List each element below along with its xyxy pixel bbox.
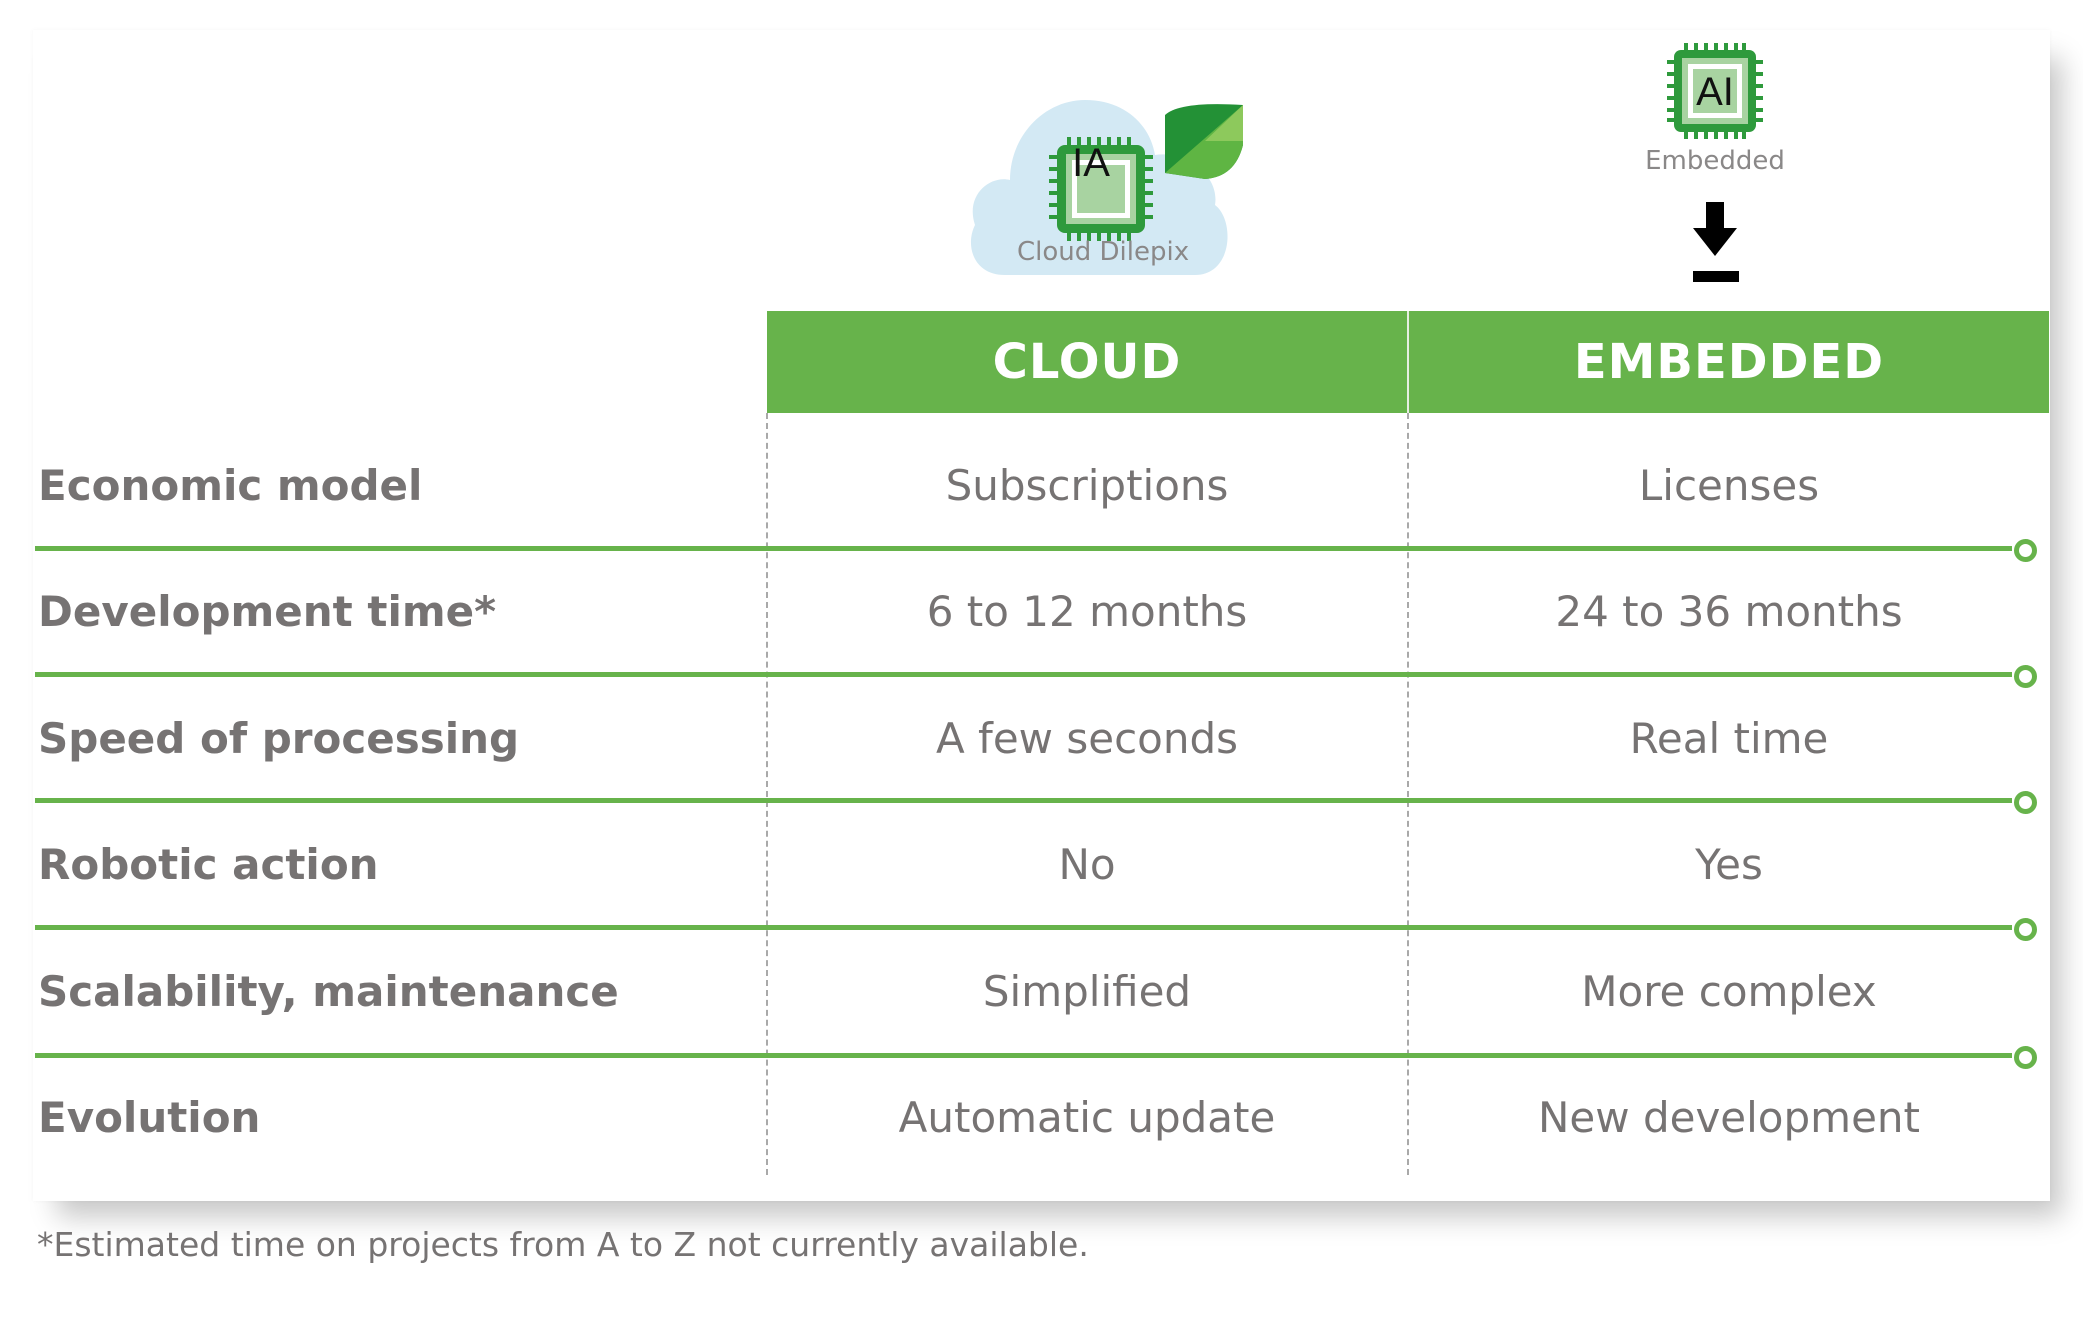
- cell-embedded: New development: [1537, 1093, 1921, 1142]
- separator-end-circle-icon: [2014, 918, 2037, 941]
- separator-end-circle-icon: [2014, 665, 2037, 688]
- embedded-logo-caption: Embedded: [1645, 146, 1785, 176]
- row-label: Robotic action: [38, 840, 379, 889]
- row-separator: [35, 672, 2012, 677]
- cell-cloud: Simplified: [982, 967, 1192, 1016]
- download-arrow-icon: [1693, 202, 1739, 282]
- cell-cloud: A few seconds: [935, 714, 1239, 763]
- embedded-chip-label: AI: [1696, 70, 1734, 114]
- separator-end-circle-icon: [2014, 539, 2037, 562]
- cell-embedded: Licenses: [1638, 461, 1820, 510]
- row-label: Evolution: [38, 1093, 261, 1142]
- row-label: Speed of processing: [38, 714, 520, 763]
- column-header-cloud: CLOUD: [767, 311, 1407, 413]
- column-divider: [766, 413, 768, 1175]
- row-separator: [35, 1053, 2012, 1058]
- cell-cloud: Automatic update: [898, 1093, 1276, 1142]
- column-divider: [1407, 413, 1409, 1175]
- row-label: Scalability, maintenance: [38, 967, 619, 1016]
- footnote: *Estimated time on projects from A to Z …: [37, 1225, 1089, 1264]
- cloud-chip-label: IA: [1072, 141, 1110, 185]
- cell-cloud: 6 to 12 months: [926, 587, 1248, 636]
- cell-embedded: Real time: [1629, 714, 1829, 763]
- cloud-logo-caption: Cloud Dilepix: [1017, 237, 1190, 267]
- row-label: Development time*: [38, 587, 497, 636]
- cell-embedded: Yes: [1695, 840, 1763, 889]
- embedded-logo: AI Embedded: [1645, 42, 1785, 282]
- cell-cloud: Subscriptions: [945, 461, 1229, 510]
- cell-cloud: No: [1058, 840, 1116, 889]
- separator-end-circle-icon: [2014, 1046, 2037, 1069]
- row-separator: [35, 925, 2012, 930]
- row-separator: [35, 546, 2012, 551]
- separator-end-circle-icon: [2014, 791, 2037, 814]
- row-separator: [35, 798, 2012, 803]
- column-header-embedded: EMBEDDED: [1409, 311, 2049, 413]
- cell-embedded: 24 to 36 months: [1555, 587, 1903, 636]
- row-label: Economic model: [38, 461, 423, 510]
- cloud-dilepix-logo: IA Cloud Dilepix: [965, 95, 1245, 280]
- cell-embedded: More complex: [1581, 967, 1877, 1016]
